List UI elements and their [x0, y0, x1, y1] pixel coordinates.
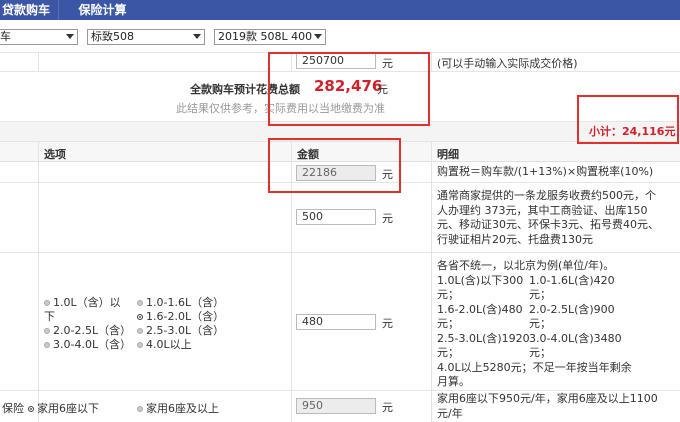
radio-icon [44, 300, 50, 306]
detail-pair: 2.5-3.0L(含)1920 元； 3.0-4.0L(含)3480 元； [437, 332, 677, 361]
plate-fee-unit: 元 [382, 212, 393, 225]
column-divider [291, 253, 292, 391]
detail-cell: 2.0-2.5L(含)900 元； [529, 303, 615, 332]
detail-line: 通常商家提供的一条龙服务收费约500元，个 [437, 189, 656, 202]
detail-pair: 1.0L(含)以下300 元； 1.0-1.6L(含)420 元； [437, 274, 677, 303]
detail-line: 4.0L以上5280元；不足一年按当年剩余 [437, 360, 632, 374]
radio-displacement-1-0[interactable]: 1.0L（含）以 [44, 294, 121, 310]
column-divider [38, 253, 39, 391]
column-divider [291, 183, 292, 253]
brand-select-value: 车 [0, 30, 11, 43]
radio-icon [137, 328, 143, 334]
insurance-amount: 950 [296, 398, 376, 414]
detail-line: 元； [437, 346, 459, 359]
radio-displacement-3-0-4-0[interactable]: 3.0-4.0L（含） [44, 336, 131, 352]
detail-line: 元、移动证30元、环保卡3元、拓号费40元、 [437, 218, 659, 231]
brand-select[interactable]: 车 [0, 29, 78, 45]
column-divider [431, 391, 432, 422]
detail-line: 月算。 [437, 375, 470, 388]
detail-line: 元； [529, 346, 551, 359]
version-select-value: 2019款 508L 400 [218, 30, 313, 43]
price-hint: (可以手动输入实际成交价格) [437, 57, 578, 70]
detail-line: 家用6座以下950元/年，家用6座及以上1100 [437, 392, 658, 405]
option-label: 1.0L（含）以 [53, 296, 121, 309]
column-divider [38, 183, 39, 253]
column-divider [38, 53, 39, 72]
detail-line: 元/年 [437, 406, 463, 420]
column-divider [431, 162, 432, 183]
detail-line: 元； [437, 317, 459, 330]
insurance-detail: 家用6座以下950元/年，家用6座及以上1100 元/年 [437, 392, 658, 421]
detail-line: 元； [529, 288, 551, 301]
detail-cell: 3.0-4.0L(含)3480 元； [529, 332, 622, 361]
car-select-row: 车 标致508 2019款 508L 400 [0, 20, 680, 53]
column-divider [431, 53, 432, 72]
plate-fee-input[interactable]: 500 [296, 209, 376, 225]
radio-icon [44, 328, 50, 334]
column-divider [431, 253, 432, 391]
radio-selected-icon [137, 314, 143, 320]
chevron-down-icon [193, 34, 201, 39]
detail-line: 1.0L(含)以下300 [437, 273, 524, 287]
header-detail: 明细 [437, 148, 459, 161]
option-label: 4.0L以上 [146, 338, 192, 351]
detail-cell: 1.6-2.0L(含)480 元； [437, 303, 523, 332]
option-label: 家用6座以下 [37, 402, 99, 415]
option-label: 3.0-4.0L（含） [53, 338, 132, 351]
column-divider [38, 142, 39, 162]
detail-cell: 1.0-1.6L(含)420 元； [529, 274, 615, 303]
model-select-value: 标致508 [91, 30, 134, 43]
column-divider [291, 391, 292, 422]
radio-seats-6-plus[interactable]: 家用6座及以上 [137, 400, 219, 416]
insurance-label: 保险 [2, 402, 24, 415]
radio-icon [137, 342, 143, 348]
vehicle-tax-input[interactable]: 480 [296, 314, 376, 330]
radio-icon [137, 406, 143, 412]
header-option: 选项 [44, 148, 66, 161]
highlight-box-subtotal [577, 95, 679, 144]
radio-seats-under-6[interactable]: 家用6座以下 [28, 400, 99, 416]
tab-loan[interactable]: 贷款购车 [0, 0, 58, 20]
detail-line: 2.0-2.5L(含)900 [529, 302, 615, 316]
detail-line: 人办理约 373元，其中工商验证、出库150 [437, 203, 648, 217]
plate-fee-detail: 通常商家提供的一条龙服务收费约500元，个 人办理约 373元，其中工商验证、出… [437, 189, 659, 247]
purchase-tax-detail: 购置税＝购车款/(1+13%)×购置税率(10%) [437, 165, 654, 178]
detail-line: 1.0-1.6L(含)420 [529, 273, 615, 287]
radio-icon [137, 300, 143, 306]
column-divider [431, 183, 432, 253]
table-row-plate-fee: 500 元 通常商家提供的一条龙服务收费约500元，个 人办理约 373元，其中… [0, 183, 680, 253]
chevron-down-icon [66, 34, 74, 39]
detail-line: 3.0-4.0L(含)3480 [529, 331, 622, 345]
top-nav-bar: 贷款购车 保险计算 [0, 0, 680, 20]
detail-line: 元； [529, 317, 551, 330]
table-row-vehicle-tax: 1.0L（含）以 下 1.0-1.6L（含） 1.6-2.0L（含） 2.0-2… [0, 253, 680, 391]
option-label: 家用6座及以上 [146, 402, 219, 415]
detail-line: 1.6-2.0L(含)480 [437, 302, 523, 316]
detail-line: 2.5-3.0L(含)1920 [437, 331, 530, 345]
detail-cell: 2.5-3.0L(含)1920 元； [437, 332, 530, 361]
vehicle-tax-unit: 元 [382, 317, 393, 330]
model-select[interactable]: 标致508 [87, 29, 205, 45]
tab-insurance-calc[interactable]: 保险计算 [58, 0, 146, 20]
insurance-unit: 元 [382, 401, 393, 414]
chevron-down-icon [314, 34, 322, 39]
column-divider [431, 142, 432, 162]
column-divider [38, 162, 39, 183]
vehicle-tax-detail: 各省不统一，以北京为例(单位/年)。 1.0L(含)以下300 元； 1.0-1.… [437, 259, 677, 390]
radio-icon [44, 342, 50, 348]
version-select[interactable]: 2019款 508L 400 [214, 29, 326, 45]
detail-line: 行驶证相片20元、托盘费130元 [437, 232, 593, 246]
detail-pair: 1.6-2.0L(含)480 元； 2.0-2.5L(含)900 元； [437, 303, 677, 332]
highlight-box-total [268, 52, 430, 126]
detail-line: 各省不统一，以北京为例(单位/年)。 [437, 259, 615, 272]
radio-displacement-4-0-plus[interactable]: 4.0L以上 [137, 336, 192, 352]
detail-cell: 1.0L(含)以下300 元； [437, 274, 523, 303]
highlight-box-amount [268, 138, 401, 193]
radio-selected-icon [28, 406, 34, 412]
detail-line: 元； [437, 288, 459, 301]
table-row-insurance: 保险 家用6座以下 家用6座及以上 950 元 家用6座以下950元/年，家用6… [0, 391, 680, 422]
